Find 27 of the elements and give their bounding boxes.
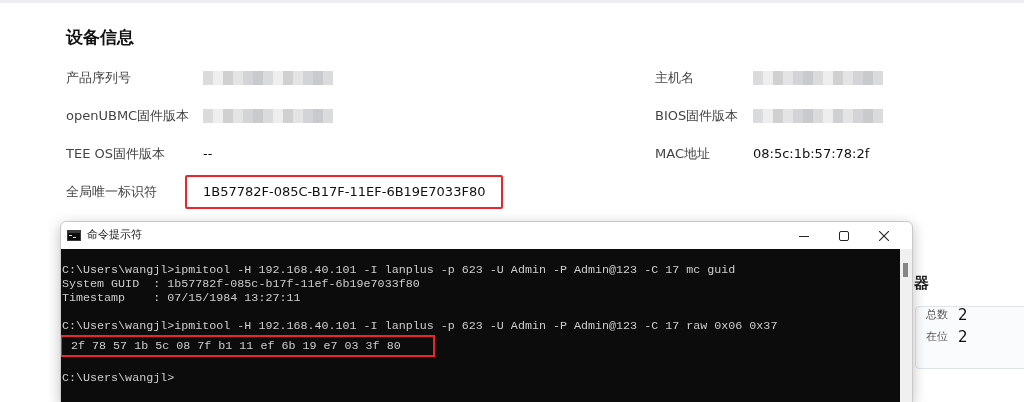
terminal-line: C:\Users\wangjl>ipmitool -H 192.168.40.101 -I lanplus -p 623 -U Admin -P Admin@123 -C 17 mc guid xyxy=(62,263,736,277)
scrollbar[interactable] xyxy=(900,249,912,402)
maximize-icon xyxy=(839,230,849,241)
field-value: -- xyxy=(203,145,213,164)
stat-value: 2 xyxy=(958,327,968,348)
stat-label: 在位 xyxy=(926,329,948,345)
terminal-line: C:\Users\wangjl>ipmitool -H 192.168.40.101 -I lanplus -p 623 -U Admin -P Admin@123 -C 17 raw 0x06 0x37 xyxy=(62,319,778,333)
window-title: 命令提示符 xyxy=(87,227,142,244)
field-label: TEE OS固件版本 xyxy=(66,145,166,164)
terminal-line: Timestamp : 07/15/1984 13:27:11 xyxy=(62,291,301,305)
field-label: 产品序列号 xyxy=(66,69,132,88)
stat-value: 2 xyxy=(958,305,968,326)
terminal-line: System GUID : 1b57782f-085c-b17f-11ef-6b19e7033f80 xyxy=(62,277,420,291)
field-label: BIOS固件版本 xyxy=(655,107,740,126)
field-label: openUBMC固件版本 xyxy=(66,107,191,126)
highlighted-output: 2f 78 57 1b 5c 08 7f b1 11 ef 6b 19 e7 03 3f 80 xyxy=(61,335,435,357)
field-label: 主机名 xyxy=(655,69,695,88)
section-title: 设备信息 xyxy=(66,26,135,49)
highlighted-value: 1B57782F-085C-B17F-11EF-6B19E7033F80 xyxy=(185,175,504,209)
panel-title: 器 xyxy=(914,273,929,294)
field-value: 08:5c:1b:57:78:2f xyxy=(753,145,870,164)
terminal-line: C:\Users\wangjl> xyxy=(62,371,175,385)
close-icon xyxy=(879,230,889,241)
terminal-icon xyxy=(67,230,81,241)
field-label: MAC地址 xyxy=(655,145,711,164)
stat-label: 总数 xyxy=(926,307,948,323)
field-label: 全局唯一标识符 xyxy=(66,183,158,202)
